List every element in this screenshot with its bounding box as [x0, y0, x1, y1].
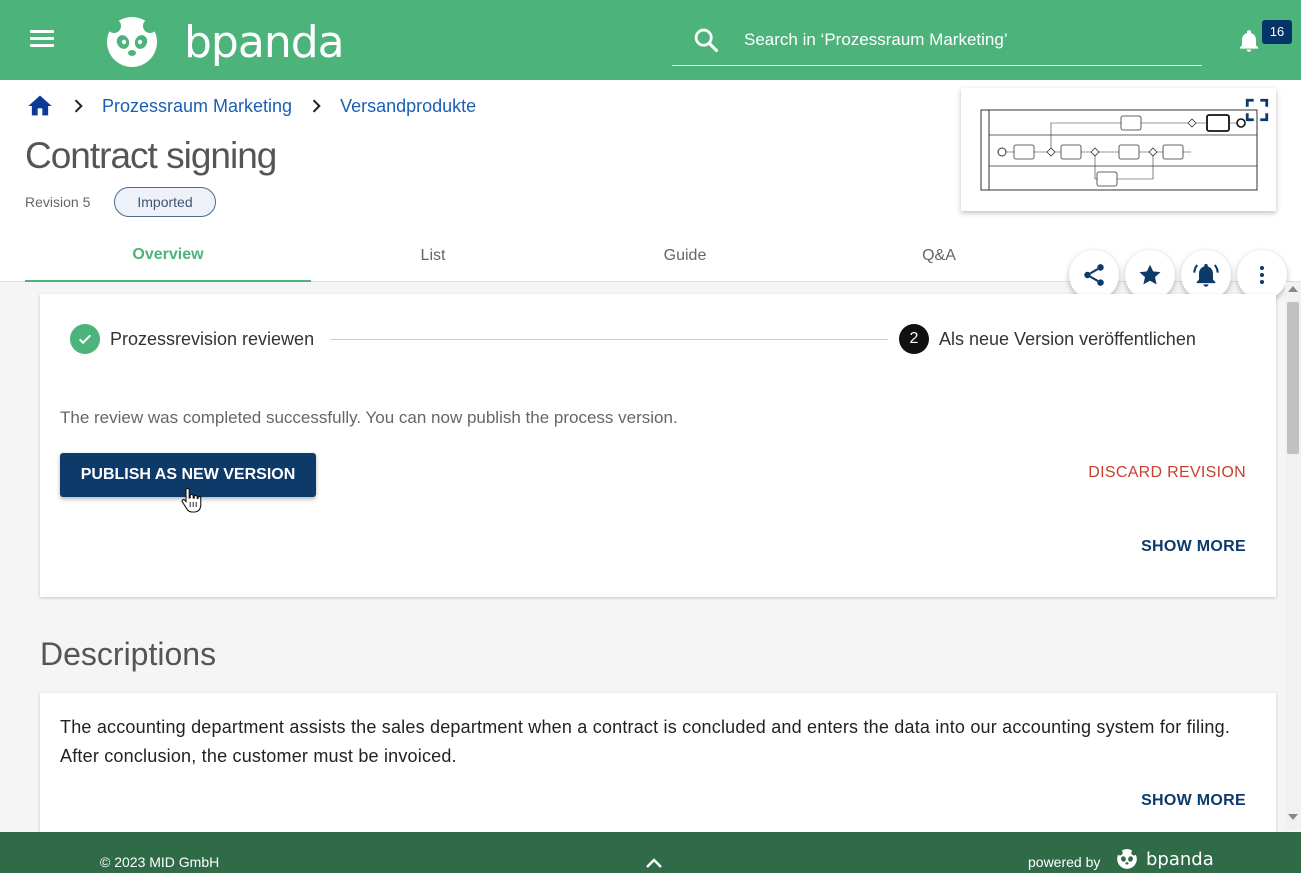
- revision-label: Revision 5: [25, 194, 91, 210]
- tab-bar: Overview List Guide Q&A: [25, 230, 1065, 282]
- description-show-more-button[interactable]: SHOW MORE: [1141, 792, 1246, 810]
- notification-count-badge[interactable]: 16: [1262, 20, 1292, 44]
- panda-logo-icon: [1117, 849, 1137, 869]
- tab-guide[interactable]: Guide: [555, 230, 815, 282]
- descriptions-heading: Descriptions: [40, 636, 217, 672]
- discard-revision-button[interactable]: DISCARD REVISION: [1088, 464, 1246, 482]
- breadcrumb: Prozessraum Marketing Versandprodukte: [26, 92, 476, 120]
- footer-brand-logo[interactable]: bpanda: [1116, 848, 1214, 870]
- status-badge: Imported: [114, 187, 216, 217]
- scrollbar-thumb[interactable]: [1287, 302, 1299, 454]
- review-status-message: The review was completed successfully. Y…: [60, 408, 678, 427]
- top-app-bar: bpanda 16: [0, 0, 1301, 80]
- star-icon: [1139, 264, 1161, 285]
- more-vertical-icon: [1260, 266, 1264, 284]
- scroll-down-arrow-icon[interactable]: [1288, 814, 1298, 820]
- hand-pointer-cursor-icon: [181, 488, 202, 513]
- chevron-right-icon: [312, 99, 321, 113]
- search-bar: [672, 14, 1202, 66]
- check-circle-icon: [70, 324, 100, 354]
- process-diagram-thumbnail[interactable]: [961, 88, 1276, 211]
- subscribe-button[interactable]: [1181, 250, 1231, 300]
- home-icon[interactable]: [26, 92, 54, 120]
- stepper-step-1: Prozessrevision reviewen: [70, 324, 314, 354]
- breadcrumb-item-versandprodukte[interactable]: Versandprodukte: [340, 96, 476, 117]
- stepper-connector: [330, 339, 888, 340]
- tab-list[interactable]: List: [311, 230, 555, 282]
- menu-button[interactable]: [30, 26, 60, 54]
- review-show-more-button[interactable]: SHOW MORE: [1141, 538, 1246, 556]
- step-2-number: 2: [899, 324, 929, 354]
- share-icon: [1084, 264, 1104, 286]
- bell-ring-icon: [1193, 263, 1219, 287]
- step-2-label: Als neue Version veröffentlichen: [939, 328, 1196, 349]
- footer-copyright: © 2023 MID GmbH: [100, 854, 220, 870]
- review-card: Prozessrevision reviewen 2 Als neue Vers…: [40, 294, 1276, 597]
- favorite-button[interactable]: [1125, 250, 1175, 300]
- scroll-up-arrow-icon[interactable]: [1288, 286, 1298, 292]
- page-title: Contract signing: [25, 135, 277, 176]
- powered-by-label: powered by: [1028, 854, 1101, 870]
- menu-icon-line: [30, 44, 54, 47]
- footer: © 2023 MID GmbH powered by bpanda: [0, 832, 1301, 873]
- menu-icon-line: [30, 37, 54, 40]
- panda-logo-icon: [107, 17, 157, 67]
- step-1-label: Prozessrevision reviewen: [110, 328, 315, 349]
- share-button[interactable]: [1069, 250, 1119, 300]
- fullscreen-icon[interactable]: [1244, 97, 1270, 123]
- tab-qa[interactable]: Q&A: [815, 230, 1063, 282]
- description-card: The accounting department assists the sa…: [40, 693, 1276, 838]
- search-input[interactable]: [744, 29, 1184, 50]
- stepper-step-2: 2 Als neue Version veröffentlichen: [899, 324, 1196, 354]
- tab-overview[interactable]: Overview: [25, 230, 311, 282]
- chevron-up-icon[interactable]: [644, 856, 664, 870]
- more-button[interactable]: [1237, 250, 1287, 300]
- brand-logo[interactable]: bpanda: [104, 14, 345, 70]
- brand-name: bpanda: [184, 16, 345, 68]
- notifications-bell-icon[interactable]: [1236, 28, 1262, 54]
- description-text: The accounting department assists the sa…: [60, 717, 1231, 766]
- menu-icon-line: [30, 30, 54, 33]
- chevron-right-icon: [74, 99, 83, 113]
- breadcrumb-item-prozessraum[interactable]: Prozessraum Marketing: [102, 96, 292, 117]
- search-icon[interactable]: [692, 26, 720, 54]
- bpmn-diagram-preview: [980, 109, 1258, 191]
- footer-brand-name: bpanda: [1146, 848, 1214, 870]
